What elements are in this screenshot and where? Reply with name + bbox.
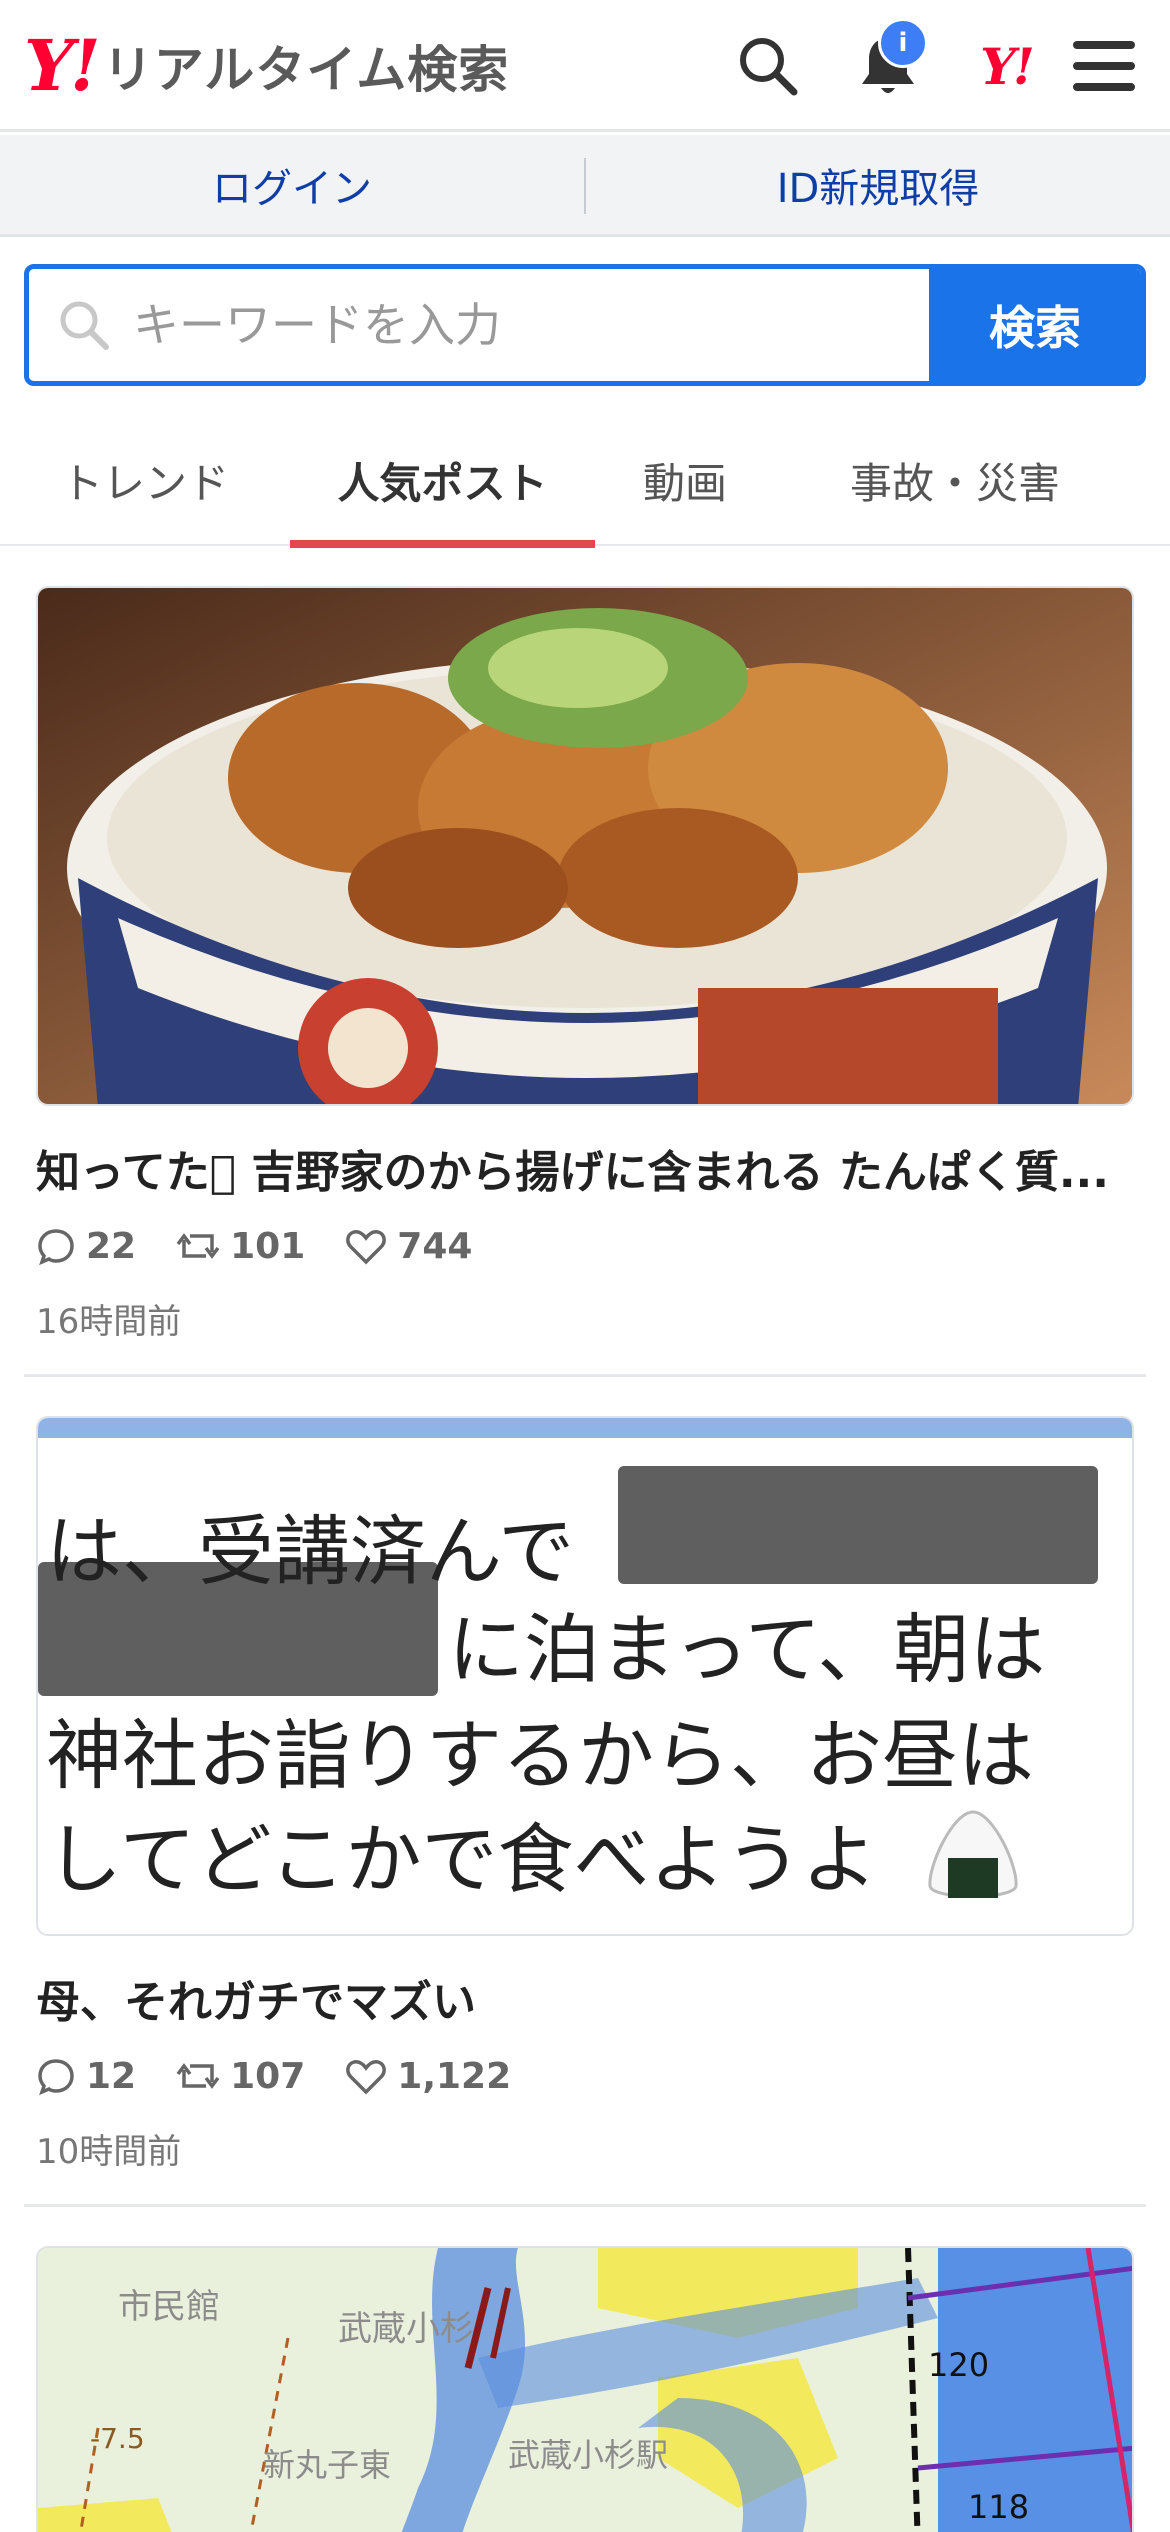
map-label: 118 (968, 2488, 1029, 2526)
repost-count[interactable]: 101 (176, 1226, 305, 1267)
repost-count[interactable]: 107 (176, 2056, 305, 2097)
post-stats: 22 101 744 (36, 1224, 1134, 1268)
yahoo-japan-icon[interactable]: Y! (966, 26, 1046, 106)
map-label: 120 (928, 2346, 989, 2384)
post-time: 10時間前 (36, 2132, 182, 2172)
image-text-line: に泊まって、朝は (448, 1605, 1046, 1694)
search-icon[interactable] (728, 26, 808, 106)
repost-icon (176, 2063, 220, 2089)
yahoo-logo-mark: Y! (24, 24, 101, 107)
post-title[interactable]: 母、それガチでマズい (36, 1966, 1134, 2030)
like-count[interactable]: 1,122 (345, 2056, 511, 2097)
heart-icon (346, 1230, 387, 1265)
search-button[interactable]: 検索 (929, 269, 1141, 381)
reply-icon (38, 2059, 74, 2096)
map-label: 市民館 (118, 2287, 220, 2327)
post-stats: 12 107 1,122 (36, 2054, 1134, 2098)
reply-icon (38, 1229, 74, 1266)
menu-icon[interactable] (1064, 26, 1144, 106)
notification-badge: i (878, 18, 928, 68)
tab-popular-posts[interactable]: 人気ポスト (290, 414, 595, 548)
search-field-icon (60, 301, 109, 350)
redaction-block (618, 1466, 1098, 1584)
image-text-line: 神社お詣りするから、お昼は (46, 1711, 1034, 1800)
search-box: 検索 (24, 264, 1146, 386)
reply-count[interactable]: 12 (36, 2056, 136, 2097)
like-count[interactable]: 744 (345, 1226, 472, 1267)
repost-count-value: 101 (230, 1225, 306, 1267)
post-image[interactable]: 市民館 武蔵小杉 新丸子東 武蔵小杉駅 -7.5 120 118 (36, 2246, 1134, 2532)
post-image[interactable]: は、受講済んで に泊まって、朝は 神社お詣りするから、お昼は してどこかで食べよ… (36, 1416, 1134, 1936)
map-label: 新丸子東 (263, 2446, 391, 2484)
search-input[interactable] (133, 298, 833, 352)
post-card[interactable]: 市民館 武蔵小杉 新丸子東 武蔵小杉駅 -7.5 120 118 (36, 2246, 1134, 2532)
onigiri-icon (928, 1810, 1018, 1898)
map-label: -7.5 (90, 2422, 145, 2455)
tab-accident-disaster[interactable]: 事故・災害 (775, 414, 1135, 546)
login-bar: ログイン ID新規取得 (0, 135, 1170, 237)
image-text-line: は、受講済んで (46, 1507, 575, 1596)
notification-bell-icon[interactable]: i (848, 18, 928, 106)
heart-icon (346, 2060, 387, 2095)
yahoo-realtime-logo[interactable]: Y! リアルタイム検索 (24, 28, 509, 104)
image-text-line: してどこかで食べようよ (46, 1815, 878, 1904)
post-time: 16時間前 (36, 1302, 182, 1342)
post-divider (24, 1374, 1146, 1377)
tab-bar: トレンド 人気ポスト 動画 事故・災害 (0, 414, 1170, 548)
login-link[interactable]: ログイン (0, 135, 584, 234)
search-field[interactable] (29, 269, 929, 381)
image-top-band (38, 1418, 1132, 1438)
post-card[interactable]: 知ってた􀀀 吉野家のから揚げに含まれる たんぱく質... 22 101 744 … (36, 586, 1134, 1343)
register-link[interactable]: ID新規取得 (586, 135, 1170, 234)
like-count-value: 744 (397, 1225, 473, 1267)
map-label: 武蔵小杉駅 (508, 2436, 668, 2474)
logo-title: リアルタイム検索 (102, 41, 510, 99)
repost-icon (176, 1233, 220, 1259)
tab-video[interactable]: 動画 (595, 414, 775, 546)
reply-count[interactable]: 22 (36, 1226, 136, 1267)
post-image[interactable] (36, 586, 1134, 1106)
like-count-value: 1,122 (397, 2055, 512, 2097)
app-header: Y! リアルタイム検索 i Y! (0, 0, 1170, 132)
map-label: 武蔵小杉 (338, 2309, 474, 2349)
repost-count-value: 107 (230, 2055, 306, 2097)
post-title[interactable]: 知ってた􀀀 吉野家のから揚げに含まれる たんぱく質... (36, 1136, 1134, 1200)
tab-trend[interactable]: トレンド (0, 414, 290, 546)
post-card[interactable]: は、受講済んで に泊まって、朝は 神社お詣りするから、お昼は してどこかで食べよ… (36, 1416, 1134, 2173)
reply-count-value: 12 (86, 2055, 137, 2097)
reply-count-value: 22 (86, 1225, 137, 1267)
yj-mark: Y! (980, 36, 1035, 96)
post-divider (24, 2204, 1146, 2207)
